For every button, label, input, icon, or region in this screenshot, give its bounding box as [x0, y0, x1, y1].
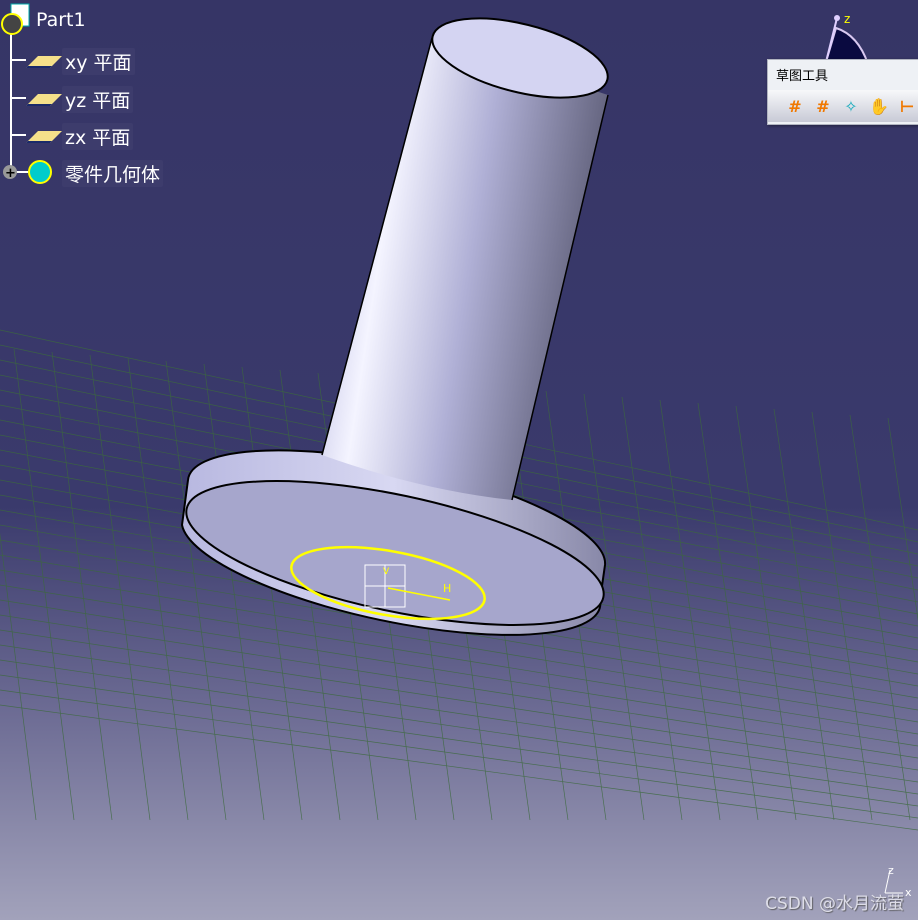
tree-node-zx-plane[interactable]: zx 平面: [26, 123, 134, 150]
grid-line: [811, 411, 873, 821]
plane-icon: [26, 55, 62, 68]
sketch-tools-toolbar[interactable]: 草图工具 # # ✧ ✋ ⊢: [767, 59, 918, 125]
axis-z-label: z: [888, 864, 894, 877]
grid-line: [773, 408, 835, 821]
tree-node-part1[interactable]: Part1: [36, 9, 86, 31]
grid-line: [0, 532, 37, 821]
node-label: zx 平面: [62, 123, 134, 150]
expand-icon[interactable]: +: [5, 166, 16, 181]
toolbar-title: 草图工具: [776, 69, 829, 84]
compass-z-label: z: [844, 12, 850, 26]
grid-line: [13, 348, 75, 821]
grid-line: [51, 351, 113, 821]
v-axis-label: V: [383, 567, 390, 577]
node-label: Part1: [36, 9, 86, 31]
node-label: yz 平面: [62, 86, 134, 113]
grid-line: [203, 363, 265, 821]
part-icon: [1, 13, 23, 35]
grid-line: [621, 396, 683, 821]
node-label: 零件几何体: [62, 160, 164, 187]
h-axis-label: H: [443, 582, 451, 595]
dimensional-constraints-icon[interactable]: ⊢: [896, 95, 918, 117]
body-icon: [28, 160, 52, 184]
tree-node-part-body[interactable]: 零件几何体: [62, 160, 164, 187]
watermark: CSDN @水月流萤: [765, 894, 904, 914]
grid-line: [887, 417, 918, 622]
plane-icon: [26, 93, 62, 106]
plane-icon: [26, 130, 62, 143]
grid-line: [0, 689, 918, 819]
snap-to-point-icon[interactable]: #: [812, 95, 834, 117]
axis-x-label: x: [905, 886, 912, 899]
grid-line: [127, 357, 189, 821]
part-body[interactable]: [175, 3, 616, 654]
geometrical-constraints-icon[interactable]: ✋: [868, 95, 890, 117]
specification-tree: + Part1 xy 平面 yz 平面 zx 平面 零件几何体: [0, 0, 200, 200]
tree-node-yz-plane[interactable]: yz 平面: [26, 86, 134, 113]
grid-line: [89, 354, 151, 821]
grid-line: [659, 399, 721, 821]
construction-element-icon[interactable]: ✧: [840, 95, 862, 117]
tree-node-xy-plane[interactable]: xy 平面: [26, 48, 135, 75]
compass[interactable]: z: [824, 12, 870, 66]
node-label: xy 平面: [62, 48, 135, 75]
grid-line: [697, 402, 759, 821]
grid-line: [849, 414, 911, 821]
grid-icon[interactable]: #: [784, 95, 806, 117]
grid-line: [0, 674, 918, 807]
grid-line: [0, 629, 918, 771]
